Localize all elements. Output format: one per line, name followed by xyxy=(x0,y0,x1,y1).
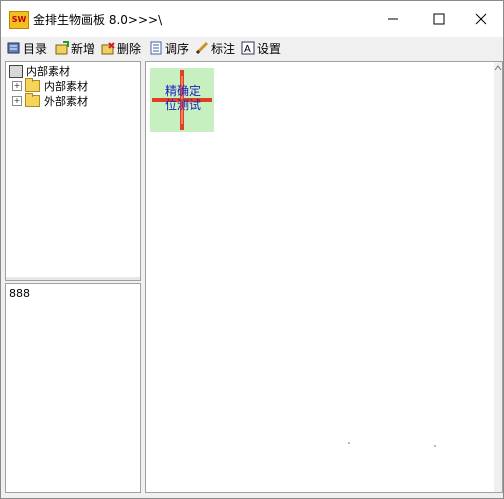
memo-box[interactable]: 888 xyxy=(5,283,141,493)
delete-icon xyxy=(101,41,115,55)
toolbar-settings-label: 设置 xyxy=(257,41,282,56)
maximize-button[interactable] xyxy=(417,1,461,37)
window-title: 金排生物画板 8.0>>>\ xyxy=(33,13,163,27)
toolbar-reorder-label: 调序 xyxy=(165,41,190,56)
tree-root-label: 内部素材 xyxy=(26,65,70,78)
toolbar-add-button[interactable]: 新增 xyxy=(55,39,95,57)
expand-icon[interactable]: + xyxy=(12,81,22,91)
close-icon xyxy=(475,13,487,25)
toolbar-reorder-button[interactable]: 调序 xyxy=(149,39,189,57)
computer-icon xyxy=(9,64,23,78)
expand-icon[interactable]: + xyxy=(12,96,22,106)
canvas-item-label-line2: 位测试 xyxy=(164,98,201,112)
tree-item-external[interactable]: + 外部素材 xyxy=(12,93,88,108)
scroll-up-icon[interactable] xyxy=(494,64,502,72)
canvas-scrollbar[interactable] xyxy=(494,62,502,492)
pencil-icon xyxy=(195,41,209,55)
toolbar-settings-button[interactable]: A 设置 xyxy=(241,39,281,57)
tree-scrollbar[interactable] xyxy=(6,277,140,280)
svg-text:A: A xyxy=(244,44,251,55)
app-icon: SW xyxy=(9,11,29,29)
tree-item-label: 外部素材 xyxy=(44,95,88,108)
material-tree[interactable]: 内部素材 + 内部素材 + 外部素材 xyxy=(5,61,141,281)
toolbar-catalog-button[interactable]: 目录 xyxy=(7,39,47,57)
toolbar-delete-button[interactable]: 删除 xyxy=(101,39,141,57)
canvas-item-label: 精确定 位测试 xyxy=(161,84,205,112)
minimize-icon xyxy=(388,18,398,20)
toolbar-catalog-label: 目录 xyxy=(23,41,48,56)
minimize-button[interactable] xyxy=(371,1,415,37)
toolbar-add-label: 新增 xyxy=(71,41,96,56)
folder-icon xyxy=(25,93,40,107)
reorder-icon xyxy=(149,41,163,55)
tree-item-label: 内部素材 xyxy=(44,80,88,93)
toolbar-delete-label: 删除 xyxy=(117,41,142,56)
toolbar-annotate-button[interactable]: 标注 xyxy=(195,39,235,57)
canvas-item-label-line1: 精确定 xyxy=(164,84,201,98)
toolbar-annotate-label: 标注 xyxy=(211,41,236,56)
title-bar[interactable]: SW 金排生物画板 8.0>>>\ xyxy=(1,1,503,37)
folder-icon xyxy=(25,78,40,92)
canvas-dot xyxy=(348,442,350,444)
maximize-icon xyxy=(433,13,445,25)
tree-root[interactable]: 内部素材 xyxy=(9,64,70,78)
close-button[interactable] xyxy=(459,1,503,37)
toolbar: 目录 新增 删除 调序 标注 A 设置 xyxy=(1,37,503,59)
canvas-item[interactable]: 精确定 位测试 xyxy=(150,68,214,132)
add-icon xyxy=(55,41,69,55)
tree-item-internal[interactable]: + 内部素材 xyxy=(12,78,88,93)
catalog-icon xyxy=(7,41,21,55)
canvas-dot xyxy=(434,445,436,447)
app-window: SW 金排生物画板 8.0>>>\ 目录 新增 删除 调序 标注 A 设置 内部… xyxy=(0,0,504,499)
settings-icon: A xyxy=(241,41,255,55)
drawing-canvas[interactable]: 精确定 位测试 xyxy=(145,61,503,493)
memo-text: 888 xyxy=(9,287,30,300)
